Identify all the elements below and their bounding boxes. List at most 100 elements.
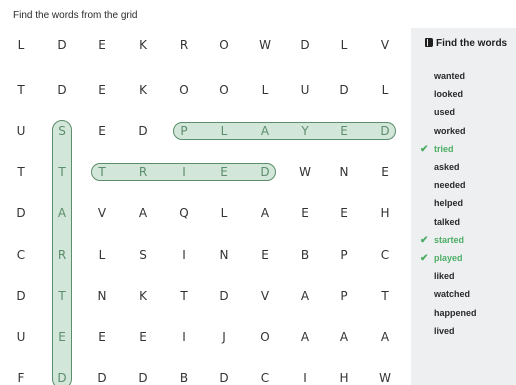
- grid-cell-r1-c8[interactable]: D: [295, 35, 315, 55]
- grid-cell-r7-c8[interactable]: A: [295, 286, 315, 306]
- grid-cell-r4-c9[interactable]: N: [334, 162, 354, 182]
- grid-cell-r5-c10[interactable]: H: [375, 203, 395, 223]
- grid-cell-r2-c7[interactable]: L: [255, 80, 275, 100]
- grid-cell-r9-c8[interactable]: I: [295, 368, 315, 385]
- grid-cell-r2-c1[interactable]: T: [11, 80, 31, 100]
- grid-cell-r6-c2[interactable]: R: [52, 245, 72, 265]
- grid-cell-r3-c2[interactable]: S: [52, 121, 72, 141]
- grid-cell-r9-c4[interactable]: D: [133, 368, 153, 385]
- grid-cell-r8-c2[interactable]: E: [52, 327, 72, 347]
- grid-cell-r3-c9[interactable]: E: [334, 121, 354, 141]
- grid-cell-r5-c9[interactable]: E: [334, 203, 354, 223]
- grid-cell-r1-c4[interactable]: K: [133, 35, 153, 55]
- grid-cell-r5-c2[interactable]: A: [52, 203, 72, 223]
- grid-cell-r3-c3[interactable]: E: [92, 121, 112, 141]
- grid-cell-r4-c8[interactable]: W: [295, 162, 315, 182]
- grid-cell-r9-c6[interactable]: D: [214, 368, 234, 385]
- grid-cell-r2-c8[interactable]: U: [295, 80, 315, 100]
- grid-cell-r7-c5[interactable]: T: [174, 286, 194, 306]
- word-label: used: [434, 107, 456, 118]
- grid-cell-r7-c6[interactable]: D: [214, 286, 234, 306]
- grid-cell-r9-c10[interactable]: W: [375, 368, 395, 385]
- grid-cell-r9-c1[interactable]: F: [11, 368, 31, 385]
- grid-cell-r2-c6[interactable]: O: [214, 80, 234, 100]
- grid-cell-r5-c1[interactable]: D: [11, 203, 31, 223]
- grid-cell-r9-c2[interactable]: D: [52, 368, 72, 385]
- grid-cell-r6-c3[interactable]: L: [92, 245, 112, 265]
- word-label: started: [434, 234, 465, 245]
- grid-cell-r6-c8[interactable]: B: [295, 245, 315, 265]
- grid-cell-r2-c9[interactable]: D: [334, 80, 354, 100]
- grid-cell-r8-c1[interactable]: U: [11, 327, 31, 347]
- word-list-panel: Find the words wanted looked used worked ✔ tr…: [411, 28, 516, 385]
- grid-cell-r9-c3[interactable]: D: [92, 368, 112, 385]
- grid-cell-r5-c8[interactable]: E: [295, 203, 315, 223]
- grid-cell-r4-c6[interactable]: E: [214, 162, 234, 182]
- grid-cell-r1-c6[interactable]: O: [214, 35, 234, 55]
- grid-cell-r3-c8[interactable]: Y: [295, 121, 315, 141]
- grid-cell-r1-c9[interactable]: L: [334, 35, 354, 55]
- grid-cell-r3-c4[interactable]: D: [133, 121, 153, 141]
- grid-cell-r1-c3[interactable]: E: [92, 35, 112, 55]
- grid-cell-r6-c6[interactable]: N: [214, 245, 234, 265]
- grid-cell-r8-c5[interactable]: I: [174, 327, 194, 347]
- grid-cell-r1-c7[interactable]: W: [255, 35, 275, 55]
- letter-grid[interactable]: LDEKROWDLVTDEKOOLUDLUSEDPLAYEDTTTRIEDWNE…: [0, 28, 410, 385]
- grid-cell-r8-c9[interactable]: A: [334, 327, 354, 347]
- grid-cell-r1-c1[interactable]: L: [11, 35, 31, 55]
- grid-cell-r8-c7[interactable]: O: [255, 327, 275, 347]
- grid-cell-r4-c1[interactable]: T: [11, 162, 31, 182]
- grid-cell-r8-c8[interactable]: A: [295, 327, 315, 347]
- grid-cell-r8-c10[interactable]: A: [375, 327, 395, 347]
- grid-cell-r9-c9[interactable]: H: [334, 368, 354, 385]
- grid-cell-r7-c10[interactable]: T: [375, 286, 395, 306]
- grid-cell-r1-c5[interactable]: R: [174, 35, 194, 55]
- grid-cell-r6-c7[interactable]: E: [255, 245, 275, 265]
- grid-cell-r3-c7[interactable]: A: [255, 121, 275, 141]
- grid-cell-r3-c5[interactable]: P: [174, 121, 194, 141]
- grid-cell-r7-c7[interactable]: V: [255, 286, 275, 306]
- grid-cell-r2-c4[interactable]: K: [133, 80, 153, 100]
- grid-cell-r3-c6[interactable]: L: [214, 121, 234, 141]
- grid-cell-r5-c5[interactable]: Q: [174, 203, 194, 223]
- grid-cell-r2-c2[interactable]: D: [52, 80, 72, 100]
- grid-cell-r4-c5[interactable]: I: [174, 162, 194, 182]
- grid-cell-r6-c9[interactable]: P: [334, 245, 354, 265]
- grid-cell-r1-c10[interactable]: V: [375, 35, 395, 55]
- grid-cell-r4-c10[interactable]: E: [375, 162, 395, 182]
- grid-cell-r3-c10[interactable]: D: [375, 121, 395, 141]
- grid-cell-r7-c4[interactable]: K: [133, 286, 153, 306]
- grid-cell-r7-c2[interactable]: T: [52, 286, 72, 306]
- grid-cell-r6-c10[interactable]: C: [375, 245, 395, 265]
- grid-cell-r4-c4[interactable]: R: [133, 162, 153, 182]
- grid-cell-r4-c3[interactable]: T: [92, 162, 112, 182]
- grid-cell-r8-c6[interactable]: J: [214, 327, 234, 347]
- grid-cell-r2-c10[interactable]: L: [375, 80, 395, 100]
- grid-cell-r4-c2[interactable]: T: [52, 162, 72, 182]
- book-icon: [425, 38, 433, 47]
- grid-cell-r5-c6[interactable]: L: [214, 203, 234, 223]
- grid-cell-r6-c1[interactable]: C: [11, 245, 31, 265]
- grid-cell-r5-c4[interactable]: A: [133, 203, 153, 223]
- word-label: tried: [434, 143, 454, 154]
- grid-cell-r7-c1[interactable]: D: [11, 286, 31, 306]
- grid-cell-r6-c5[interactable]: I: [174, 245, 194, 265]
- grid-cell-r7-c9[interactable]: P: [334, 286, 354, 306]
- grid-cell-r7-c3[interactable]: N: [92, 286, 112, 306]
- word-item-used: used: [434, 107, 455, 117]
- grid-cell-r8-c4[interactable]: E: [133, 327, 153, 347]
- grid-cell-r9-c7[interactable]: C: [255, 368, 275, 385]
- grid-cell-r2-c3[interactable]: E: [92, 80, 112, 100]
- grid-cell-r1-c2[interactable]: D: [52, 35, 72, 55]
- word-item-worked: worked: [434, 126, 466, 136]
- grid-cell-r8-c3[interactable]: E: [92, 327, 112, 347]
- grid-cell-r5-c7[interactable]: A: [255, 203, 275, 223]
- grid-cell-r5-c3[interactable]: V: [92, 203, 112, 223]
- grid-cell-r4-c7[interactable]: D: [255, 162, 275, 182]
- grid-cell-r9-c5[interactable]: B: [174, 368, 194, 385]
- grid-cell-r6-c4[interactable]: S: [133, 245, 153, 265]
- grid-cell-r2-c5[interactable]: O: [174, 80, 194, 100]
- grid-cell-r3-c1[interactable]: U: [11, 121, 31, 141]
- word-label: liked: [434, 271, 455, 282]
- word-item-liked: liked: [434, 271, 455, 281]
